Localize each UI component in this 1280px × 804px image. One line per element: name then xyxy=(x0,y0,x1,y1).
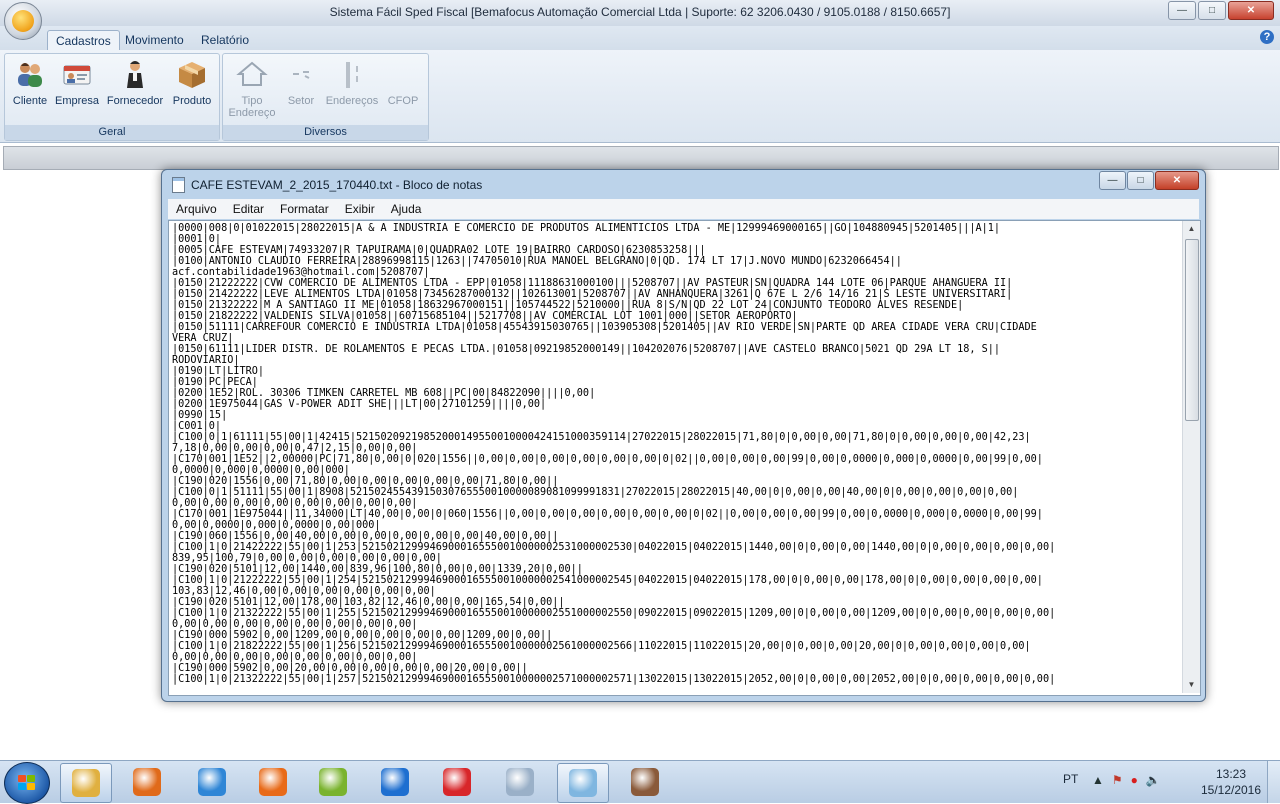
box-icon xyxy=(179,62,205,88)
media-player-icon xyxy=(133,768,161,796)
application-menu-orb[interactable] xyxy=(4,2,42,40)
cfop-button[interactable]: CFOP xyxy=(383,58,423,107)
tipo-endereco-label-2: Endereço xyxy=(228,107,276,119)
books-icon xyxy=(631,768,659,796)
notepad-menubar: Arquivo Editar Formatar Exibir Ajuda xyxy=(168,199,1199,219)
notepad-minimize-button[interactable]: — xyxy=(1099,171,1126,190)
taskbar-item-bank-app[interactable] xyxy=(432,763,482,801)
sector-icon xyxy=(293,71,310,79)
fornecedor-button[interactable]: Fornecedor xyxy=(105,58,165,107)
address-icon xyxy=(346,62,358,88)
fornecedor-label: Fornecedor xyxy=(106,95,164,107)
notepad-icon xyxy=(569,769,597,797)
app-title: Sistema Fácil Sped Fiscal [Bemafocus Aut… xyxy=(329,5,951,19)
menu-arquivo[interactable]: Arquivo xyxy=(168,202,225,216)
menu-formatar[interactable]: Formatar xyxy=(272,202,337,216)
notepad-text-area[interactable]: |0000|008|0|01022015|28022015|A & A INDU… xyxy=(168,220,1201,696)
help-icon[interactable]: ? xyxy=(1260,30,1274,44)
scroll-thumb[interactable] xyxy=(1185,239,1199,421)
app-titlebar: Sistema Fácil Sped Fiscal [Bemafocus Aut… xyxy=(0,0,1280,26)
app-window-controls: — □ ✕ xyxy=(1168,1,1274,20)
tab-cadastros[interactable]: Cadastros xyxy=(47,30,120,51)
empresa-label: Empresa xyxy=(55,95,100,107)
bank-app-icon xyxy=(443,768,471,796)
cliente-label: Cliente xyxy=(12,95,48,107)
taskbar-item-books[interactable] xyxy=(620,763,670,801)
taskbar-item-folder-manager[interactable] xyxy=(60,763,112,803)
notepad-close-button[interactable]: ✕ xyxy=(1155,171,1199,190)
setor-label: Setor xyxy=(287,95,315,107)
windows-logo-icon xyxy=(18,775,36,791)
system-tray: ▲ ⚑ ● 🔈 xyxy=(1092,773,1161,787)
clock[interactable]: 13:23 15/12/2016 xyxy=(1196,766,1266,798)
taskbar-item-firefox[interactable] xyxy=(248,763,298,801)
group-diversos-label: Diversos xyxy=(223,125,428,140)
group-geral-label: Geral xyxy=(5,125,219,140)
ribbon-tabs: Cadastros Movimento Relatório xyxy=(0,26,1280,51)
workspace-strip xyxy=(3,146,1279,170)
clock-time: 13:23 xyxy=(1215,767,1247,781)
close-button[interactable]: ✕ xyxy=(1228,1,1274,20)
volume-icon[interactable]: 🔈 xyxy=(1146,773,1161,787)
show-desktop-button[interactable] xyxy=(1267,761,1280,803)
taskbar-item-internet-explorer[interactable] xyxy=(187,763,237,801)
notepad-icon xyxy=(172,177,185,193)
taskbar: PT ▲ ⚑ ● 🔈 13:23 15/12/2016 xyxy=(0,760,1280,804)
produto-label: Produto xyxy=(172,95,212,107)
cfop-icon xyxy=(387,58,419,90)
enderecos-button[interactable]: Endereços xyxy=(323,58,381,107)
ribbon-body: Cliente Empresa Fornecedor Produto Geral… xyxy=(0,50,1280,143)
tab-relatorio[interactable]: Relatório xyxy=(193,30,257,50)
taskbar-item-paint[interactable] xyxy=(495,763,545,801)
notepad-content[interactable]: |0000|008|0|01022015|28022015|A & A INDU… xyxy=(172,223,1176,691)
tab-movimento[interactable]: Movimento xyxy=(117,30,192,50)
users-icon xyxy=(18,63,42,87)
supplier-person-icon xyxy=(127,61,143,88)
scroll-up-icon[interactable]: ▲ xyxy=(1183,221,1200,237)
id-card-icon xyxy=(63,65,91,85)
taskbar-item-teamviewer[interactable] xyxy=(370,763,420,801)
setor-button[interactable]: Setor xyxy=(281,58,321,107)
empresa-button[interactable]: Empresa xyxy=(55,58,99,107)
maximize-button[interactable]: □ xyxy=(1198,1,1226,20)
cfop-label: CFOP xyxy=(387,95,419,107)
scroll-down-icon[interactable]: ▼ xyxy=(1183,677,1200,693)
network-warning-icon[interactable]: ⚑ xyxy=(1112,773,1123,787)
language-indicator[interactable]: PT xyxy=(1063,772,1078,786)
house-icon xyxy=(236,61,268,86)
notepad-maximize-button[interactable]: □ xyxy=(1127,171,1154,190)
notepad-window-controls: — □ ✕ xyxy=(1099,171,1199,190)
antivirus-icon[interactable]: ● xyxy=(1131,773,1138,787)
notepad-title: CAFE ESTEVAM_2_2015_170440.txt - Bloco d… xyxy=(191,178,483,192)
show-hidden-icons-icon[interactable]: ▲ xyxy=(1092,773,1104,787)
app-logo-icon xyxy=(12,10,34,32)
paint-icon xyxy=(506,768,534,796)
menu-editar[interactable]: Editar xyxy=(225,202,272,216)
taskbar-item-people-network[interactable] xyxy=(308,763,358,801)
vertical-scrollbar[interactable]: ▲ ▼ xyxy=(1182,221,1200,693)
firefox-icon xyxy=(259,768,287,796)
menu-exibir[interactable]: Exibir xyxy=(337,202,383,216)
start-button[interactable] xyxy=(4,762,50,804)
tipo-endereco-button[interactable]: Tipo Endereço xyxy=(227,58,277,119)
enderecos-label: Endereços xyxy=(325,95,379,107)
minimize-button[interactable]: — xyxy=(1168,1,1196,20)
people-network-icon xyxy=(319,768,347,796)
group-diversos: Tipo Endereço Setor Endereços CFOP Diver… xyxy=(222,53,429,141)
folder-manager-icon xyxy=(72,769,100,797)
clock-date: 15/12/2016 xyxy=(1200,783,1262,797)
taskbar-item-media-player[interactable] xyxy=(122,763,172,801)
notepad-window: CAFE ESTEVAM_2_2015_170440.txt - Bloco d… xyxy=(161,169,1206,702)
menu-ajuda[interactable]: Ajuda xyxy=(383,202,430,216)
taskbar-item-notepad[interactable] xyxy=(557,763,609,803)
teamviewer-icon xyxy=(381,768,409,796)
notepad-titlebar: CAFE ESTEVAM_2_2015_170440.txt - Bloco d… xyxy=(172,174,482,196)
produto-button[interactable]: Produto xyxy=(169,58,215,107)
group-geral: Cliente Empresa Fornecedor Produto Geral xyxy=(4,53,220,141)
cliente-button[interactable]: Cliente xyxy=(9,58,51,107)
internet-explorer-icon xyxy=(198,768,226,796)
tipo-endereco-label-1: Tipo xyxy=(241,95,263,107)
